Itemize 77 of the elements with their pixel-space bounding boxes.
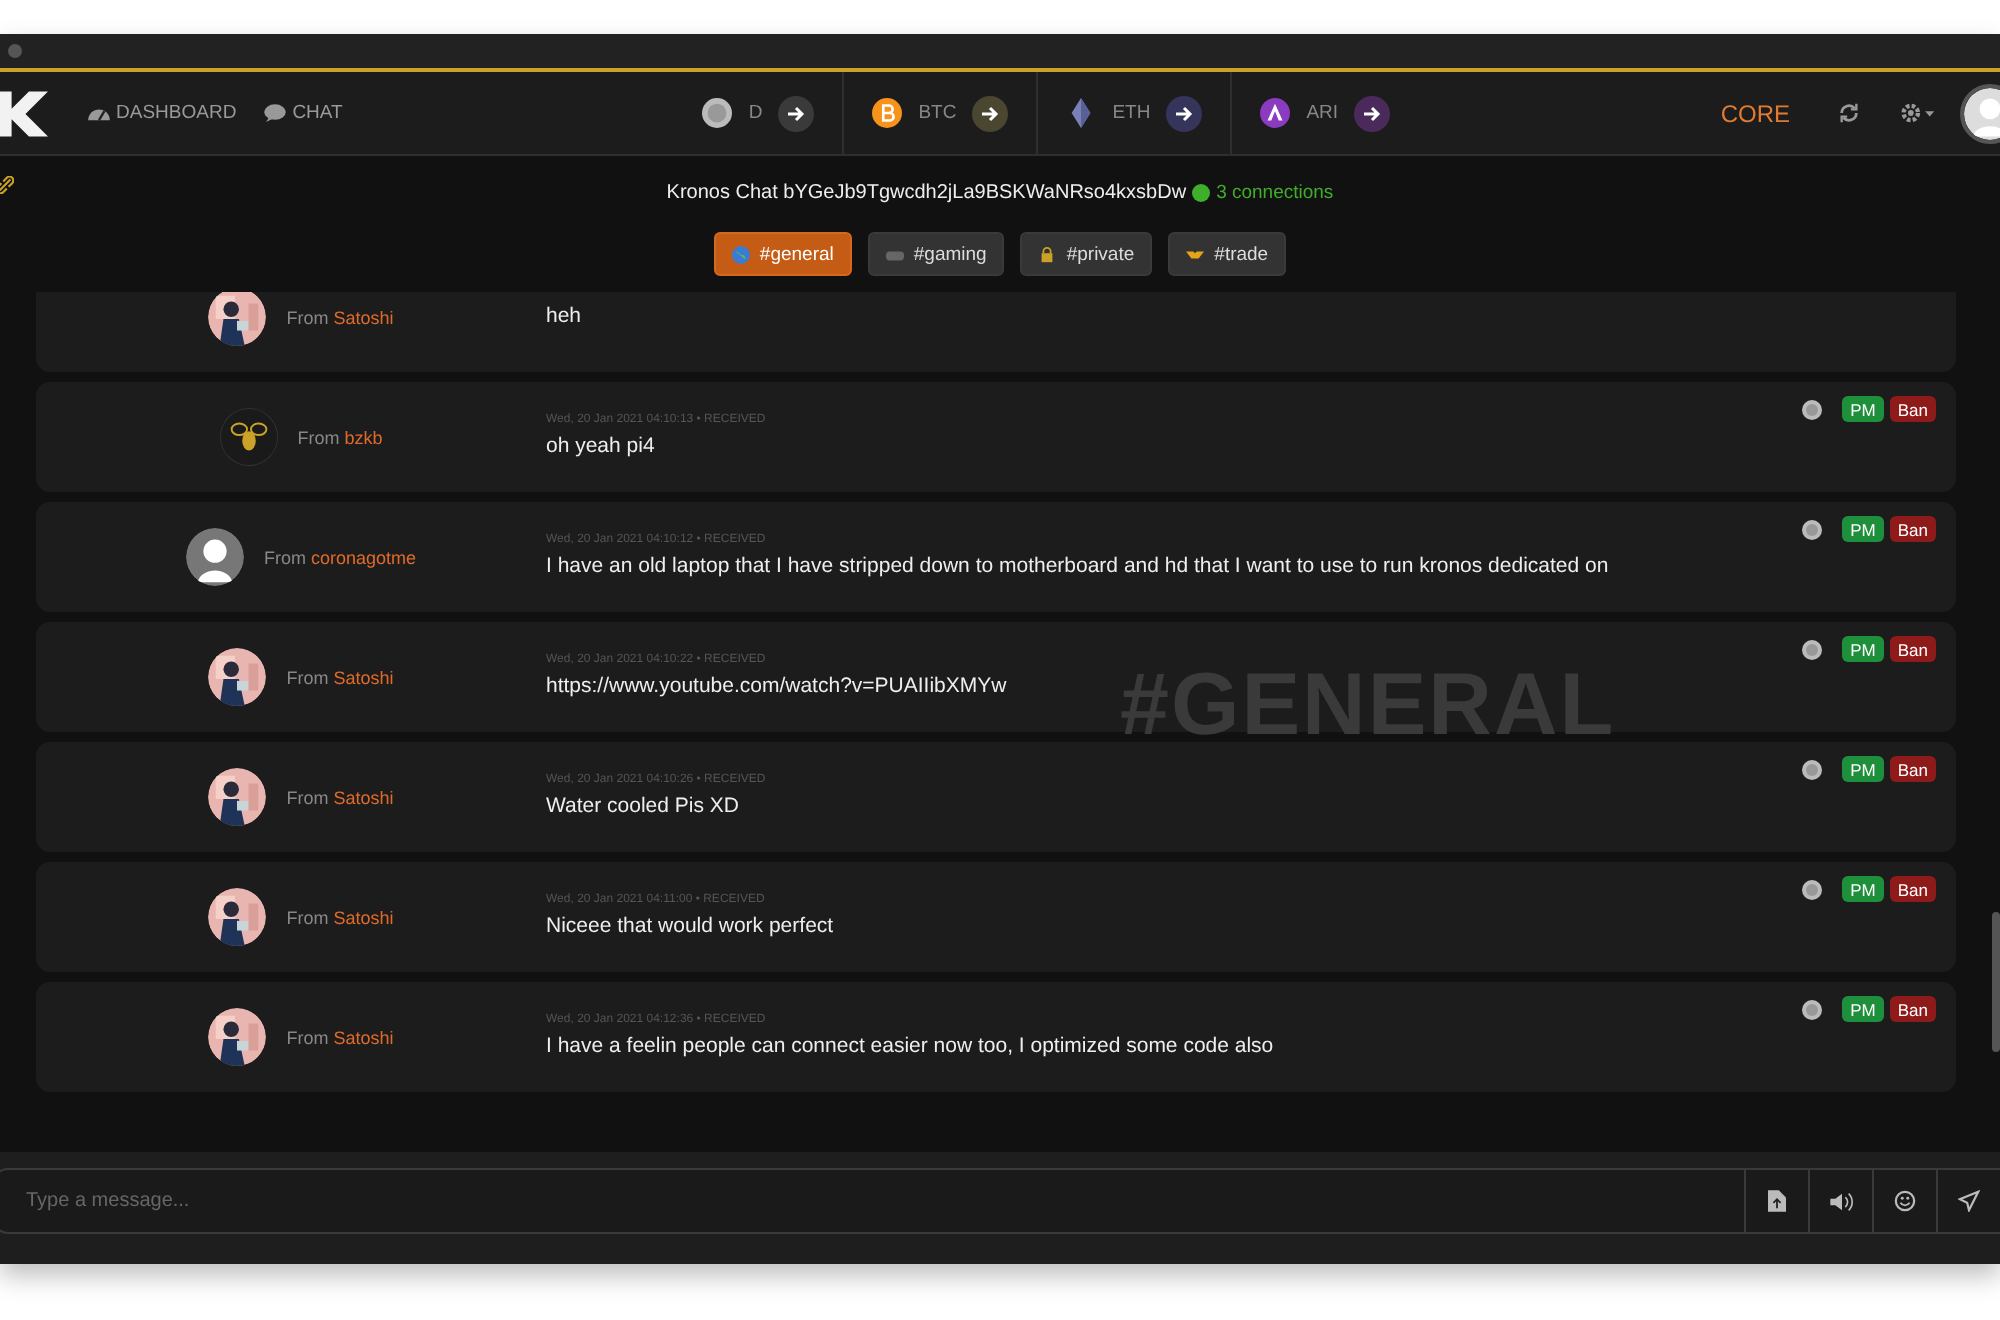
emoji-button[interactable] [1872,1168,1936,1234]
lock-icon [1038,245,1057,263]
message-action-button[interactable]: PM [1842,396,1884,422]
link-icon[interactable] [0,176,14,194]
message-text: oh yeah pi4 [546,431,657,461]
arrow-button[interactable] [778,95,815,131]
connection-count: 3 connections [1216,182,1334,204]
arrow-button[interactable] [1166,95,1203,131]
sound-button[interactable] [1808,1168,1872,1234]
sender-name: From bzkb [297,427,383,447]
online-status-dot [1192,184,1211,202]
globe-icon [731,245,750,263]
channel-tab[interactable]: #general [713,232,852,276]
sender-name: From Satoshi [286,1027,394,1047]
message-text: Water cooled Pis XD [546,791,741,821]
sender-name: From Satoshi [286,667,394,687]
coin-icon [1260,98,1291,128]
arrow-icon [980,103,1001,123]
coin-symbol: ARI [1306,102,1339,124]
default-avatar-icon [185,528,244,586]
coin-symbol: BTC [918,102,957,124]
arrow-icon [786,103,807,123]
message-text: heh [546,302,584,332]
bee-logo-icon [219,408,278,466]
scrollbar[interactable] [1992,912,2000,1052]
channel-tab[interactable]: #trade [1168,232,1287,276]
speaker-icon [1829,1191,1853,1211]
coin-icon [702,98,733,128]
message-text: Niceee that would work perfect [546,911,836,941]
chat-icon [264,104,287,122]
send-icon [1958,1190,1980,1212]
settings-icon[interactable] [1900,102,1936,124]
smiley-icon [1894,1190,1916,1212]
file-upload-button[interactable] [1744,1168,1808,1234]
sender-name: From Satoshi [286,307,394,327]
send-button[interactable] [1936,1168,2000,1234]
arrow-button[interactable] [1354,95,1391,131]
message-action-button[interactable]: PM [1842,996,1884,1022]
arrow-icon [1362,103,1383,123]
sender-name: From Satoshi [286,787,394,807]
nav-link[interactable]: DASHBOARD [88,102,237,124]
coin-symbol: ETH [1112,102,1151,124]
arrow-icon [1174,103,1195,123]
message-action-button[interactable]: PM [1842,516,1884,542]
message-action-button[interactable]: PM [1842,636,1884,662]
refresh-icon[interactable] [1838,102,1860,124]
coin-icon [1802,759,1823,779]
message-action-button[interactable]: Ban [1889,876,1936,902]
message-action-button[interactable]: Ban [1889,516,1936,542]
message-action-button[interactable]: Ban [1889,756,1936,782]
file-upload-icon [1768,1190,1786,1212]
message-input-field[interactable]: Type a message... [0,1168,1744,1234]
message-action-button[interactable]: Ban [1889,396,1936,422]
coin-symbol: D [748,102,763,124]
coin-icon [1802,999,1823,1019]
coin-icon [1802,519,1823,539]
message-action-button[interactable]: Ban [1889,996,1936,1022]
sender-name: From coronagotme [263,547,417,567]
core-label[interactable]: CORE [1720,99,1790,127]
chat-title: Kronos Chat bYGeJb9Tgwcdh2jLa9BSKWaNRso4kxsbDw [666,182,1187,204]
message-action-button[interactable]: PM [1842,756,1884,782]
arrow-button[interactable] [972,95,1009,131]
coin-icon [1802,879,1823,899]
message-text: I have a feelin people can connect easier now too, I optimized some code also [546,1031,1276,1061]
coin-icon [1802,639,1823,659]
logo-icon[interactable] [0,89,48,137]
message-action-button[interactable]: Ban [1889,636,1936,662]
message-text: I have an old laptop that I have stripped down to motherboard and hd that I want to use to run kronos dedicated on [546,551,1611,581]
message-text: https://www.youtube.com/watch?v=PUAIIibXMYw [546,671,1009,701]
channel-tab[interactable]: #private [1020,232,1153,276]
nav-link[interactable]: CHAT [264,102,343,124]
gauge-icon [88,104,110,122]
channel-tab[interactable]: #gaming [867,232,1005,276]
coin-icon [1802,399,1823,419]
message-action-button[interactable]: PM [1842,876,1884,902]
bitcoin-icon [872,98,903,128]
sender-name: From Satoshi [286,907,394,927]
